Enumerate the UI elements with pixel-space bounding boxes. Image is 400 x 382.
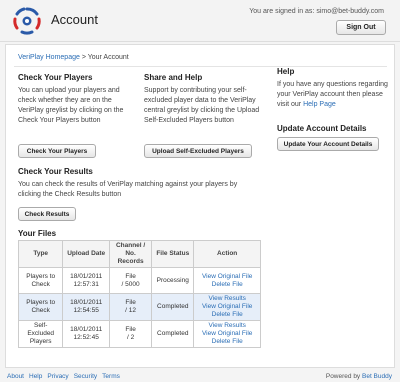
record-count: / 12: [125, 307, 136, 314]
file-status: Processing: [151, 267, 195, 294]
upload-date-day: 18/01/2011: [70, 272, 103, 280]
table-row: Self-Excluded Players 18/01/2011 12:52:45…: [17, 320, 261, 348]
update-account-button[interactable]: Update Your Account Details: [277, 137, 379, 151]
page-title: Account: [51, 12, 98, 27]
update-account-heading: Update Account Details: [277, 124, 367, 133]
column-header-action: Action: [193, 240, 261, 268]
record-count: / 2: [126, 334, 135, 341]
upload-date-time: 12:57:31: [73, 280, 99, 288]
share-help-heading: Share and Help: [144, 73, 203, 82]
view-original-file-link[interactable]: View Original File: [196, 330, 258, 338]
powered-by-brand-link[interactable]: Bet Buddy: [362, 373, 392, 380]
signed-in-label: You are signed in as:: [249, 8, 317, 15]
help-text: If you have any questions regarding your…: [277, 80, 389, 110]
file-status: Completed: [151, 293, 195, 321]
help-page-link[interactable]: Help Page: [303, 101, 336, 108]
file-type: Players to Check: [17, 293, 64, 321]
files-table: Type Upload Date Channel / No. Records F…: [17, 240, 261, 348]
table-row: Players to Check 18/01/2011 12:57:31 File…: [17, 267, 261, 294]
footer-link-security[interactable]: Security: [74, 373, 97, 380]
file-type: Players to Check: [17, 267, 64, 294]
channel-records: File/ 12: [108, 293, 153, 321]
actions: View Results View Original File Delete F…: [193, 293, 261, 321]
footer-link-help[interactable]: Help: [29, 373, 42, 380]
upload-date: 18/01/2011 12:57:31: [62, 267, 110, 294]
delete-file-link[interactable]: Delete File: [196, 338, 258, 346]
help-heading: Help: [277, 67, 295, 76]
share-help-text: Support by contributing your self-exclud…: [144, 87, 260, 124]
delete-file-link[interactable]: Delete File: [196, 311, 258, 319]
footer-link-about[interactable]: About: [7, 373, 24, 380]
file-type: Self-Excluded Players: [17, 320, 64, 348]
footer-links: About Help Privacy Security Terms: [7, 373, 125, 380]
view-original-file-link[interactable]: View Original File: [196, 303, 258, 311]
main-content: VeriPlay Homepage > Your Account Check Y…: [5, 44, 395, 368]
channel-records: File/ 5000: [108, 267, 153, 294]
upload-date-day: 18/01/2011: [70, 326, 103, 333]
user-email: simo@bet-buddy.com: [316, 8, 384, 15]
divider: [14, 66, 387, 67]
column-header-channel: Channel / No. Records: [108, 240, 153, 268]
channel-records: File/ 2: [108, 320, 153, 348]
signed-in-status: You are signed in as: simo@bet-buddy.com: [249, 8, 384, 15]
channel: File: [125, 326, 136, 333]
upload-date: 18/01/2011 12:52:45: [62, 320, 110, 348]
breadcrumb-separator: >: [79, 54, 88, 61]
check-your-players-button[interactable]: Check Your Players: [18, 144, 96, 158]
delete-file-link[interactable]: Delete File: [196, 281, 258, 289]
record-count: / 5000: [121, 280, 140, 288]
channel: File: [125, 272, 136, 280]
upload-date-time: 12:54:55: [73, 307, 99, 314]
file-status: Completed: [151, 320, 195, 348]
powered-by-label: Powered by: [325, 373, 362, 380]
table-row: Players to Check 18/01/2011 12:54:55 File…: [17, 293, 261, 321]
check-results-text: You can check the results of VeriPlay ma…: [18, 181, 238, 198]
actions: View Results View Original File Delete F…: [193, 320, 261, 348]
bet-buddy-logo-icon: [13, 7, 41, 35]
upload-date-time: 12:52:45: [73, 334, 99, 341]
upload-self-excluded-button[interactable]: Upload Self-Excluded Players: [144, 144, 252, 158]
footer-link-privacy[interactable]: Privacy: [47, 373, 68, 380]
breadcrumb-current: Your Account: [87, 54, 129, 61]
footer-link-terms[interactable]: Terms: [102, 373, 120, 380]
breadcrumb-home-link[interactable]: VeriPlay Homepage: [18, 54, 80, 61]
footer: About Help Privacy Security Terms Powered by…: [0, 370, 400, 382]
check-players-heading: Check Your Players: [18, 73, 93, 82]
breadcrumb: VeriPlay Homepage > Your Account: [18, 54, 129, 61]
view-results-link[interactable]: View Results: [196, 322, 258, 330]
view-results-link[interactable]: View Results: [196, 295, 258, 303]
check-players-text: You can upload your players and check wh…: [18, 87, 124, 124]
upload-date: 18/01/2011 12:54:55: [62, 293, 110, 321]
upload-date-day: 18/01/2011: [70, 299, 103, 306]
files-table-header: Type Upload Date Channel / No. Records F…: [17, 240, 261, 268]
check-results-button[interactable]: Check Results: [18, 207, 76, 221]
channel: File: [125, 299, 136, 306]
sign-out-button[interactable]: Sign Out: [336, 20, 386, 35]
view-original-file-link[interactable]: View Original File: [196, 273, 258, 281]
powered-by: Powered by Bet Buddy: [326, 373, 392, 380]
check-results-heading: Check Your Results: [18, 167, 93, 176]
column-header-upload-date: Upload Date: [62, 240, 110, 268]
your-files-heading: Your Files: [18, 229, 57, 238]
app-header: Account You are signed in as: simo@bet-b…: [0, 0, 400, 42]
actions: View Original File Delete File: [193, 267, 261, 294]
column-header-file-status: File Status: [151, 240, 195, 268]
column-header-type: Type: [17, 240, 64, 268]
